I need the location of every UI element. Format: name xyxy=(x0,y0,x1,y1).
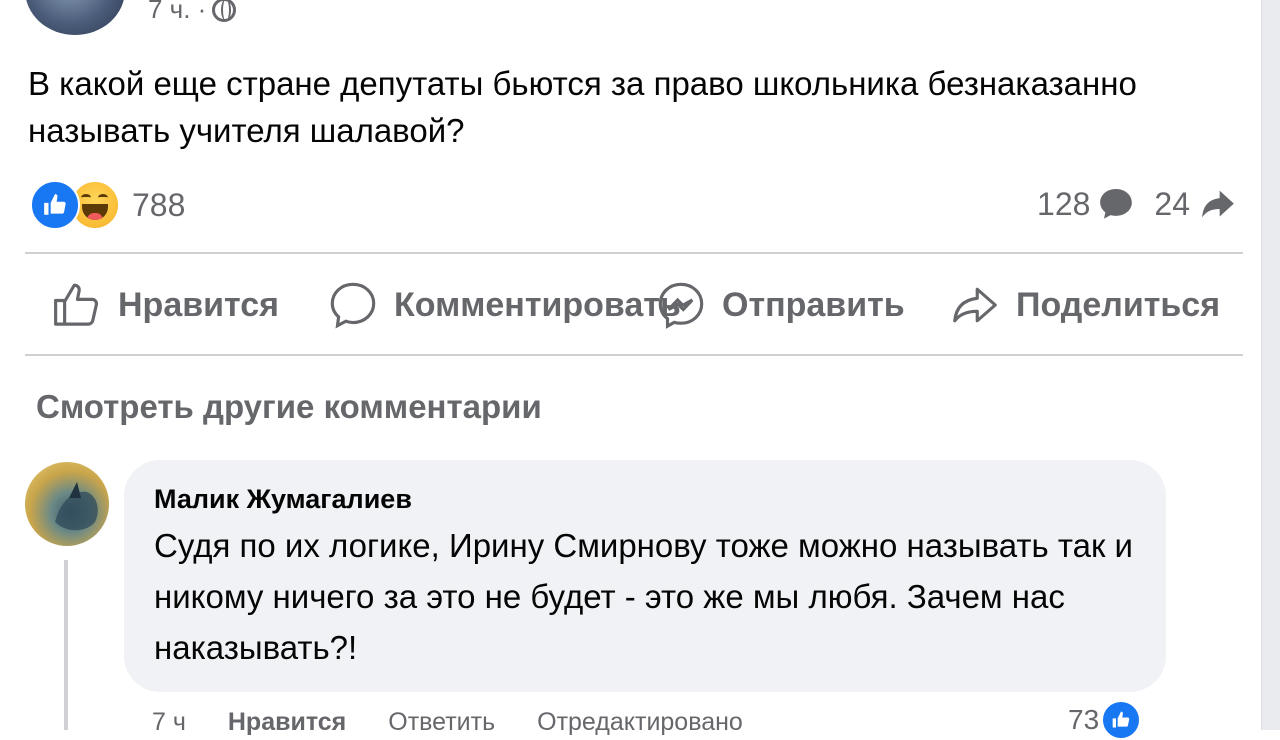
share-button-label: Поделиться xyxy=(1016,285,1221,324)
comment-button-label: Комментировать xyxy=(394,285,681,324)
comment-meta: 7 ч Нравится Ответить Отредактировано xyxy=(152,708,743,737)
post-text: В какой еще стране депутаты бьются за пр… xyxy=(28,65,1137,149)
reactions-summary[interactable]: 788 xyxy=(30,180,185,230)
comment-icon xyxy=(330,282,376,329)
comments-stat[interactable]: 128 xyxy=(1037,184,1136,224)
like-button[interactable]: Нравится xyxy=(50,278,279,332)
post-actions-bar: Нравится Комментировать Отправить Подели… xyxy=(50,278,1250,334)
share-arrow-icon xyxy=(1202,190,1234,218)
comment-text: Судя по их логике, Ирину Смирнову тоже м… xyxy=(154,527,1133,666)
comment-time[interactable]: 7 ч xyxy=(152,708,186,737)
send-button-label: Отправить xyxy=(722,285,905,324)
comment-button[interactable]: Комментировать xyxy=(326,278,681,332)
send-button[interactable]: Отправить xyxy=(654,278,905,332)
comments-count: 128 xyxy=(1037,185,1091,222)
comment-like-button[interactable]: Нравится xyxy=(228,708,346,737)
post-time[interactable]: 7 ч. · xyxy=(148,0,206,25)
post-meta: 7 ч. · xyxy=(148,0,237,25)
comment-bubble: Малик Жумагалиев Судя по их логике, Ирин… xyxy=(124,460,1166,692)
divider xyxy=(25,354,1243,356)
thumbs-up-icon xyxy=(54,283,99,326)
comment-author-avatar[interactable] xyxy=(25,462,109,546)
comment-reactions-count: 73 xyxy=(1068,704,1100,735)
like-reaction-icon xyxy=(30,180,80,230)
share-button[interactable]: Поделиться xyxy=(948,278,1220,332)
divider xyxy=(25,252,1243,254)
comment-thread-line xyxy=(64,560,68,730)
comment-edited-label[interactable]: Отредактировано xyxy=(537,708,743,737)
like-reaction-icon xyxy=(1101,700,1142,740)
scrollbar-track[interactable] xyxy=(1261,0,1280,730)
post-author-avatar[interactable] xyxy=(25,0,125,35)
comment-reactions[interactable]: 73 xyxy=(1068,700,1142,740)
like-button-label: Нравится xyxy=(118,285,279,324)
shares-stat[interactable]: 24 xyxy=(1154,184,1240,224)
post-stats: 128 24 xyxy=(1037,184,1240,224)
avatar-image xyxy=(55,482,98,531)
messenger-icon xyxy=(658,282,704,329)
comment-bubble-icon xyxy=(1100,189,1133,219)
shares-count: 24 xyxy=(1154,185,1190,222)
comment-reply-button[interactable]: Ответить xyxy=(388,708,495,737)
view-more-comments-link[interactable]: Смотреть другие комментарии xyxy=(36,388,542,426)
comment-author-name[interactable]: Малик Жумагалиев xyxy=(154,482,1136,516)
share-icon xyxy=(953,287,997,323)
reactions-count[interactable]: 788 xyxy=(132,187,185,224)
globe-icon xyxy=(212,0,237,22)
